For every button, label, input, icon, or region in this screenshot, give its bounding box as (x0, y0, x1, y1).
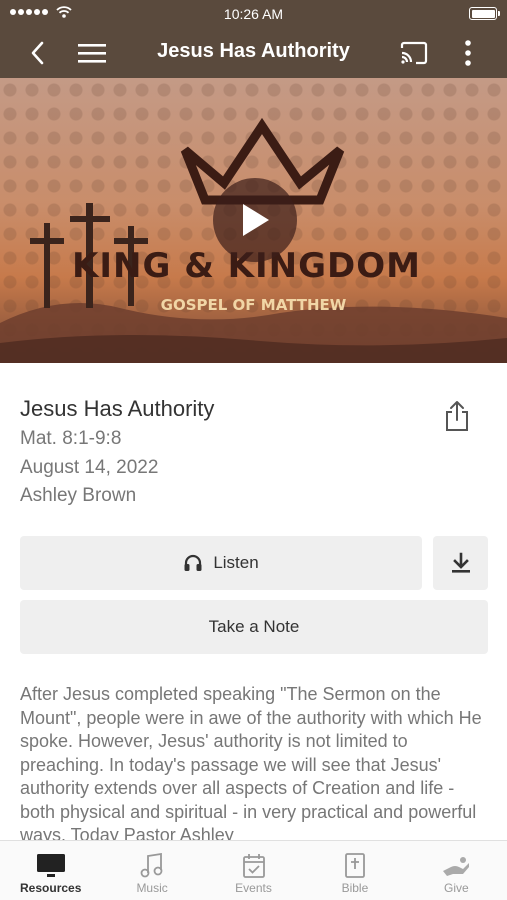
play-button[interactable] (213, 178, 297, 262)
monitor-icon (36, 854, 65, 877)
sermon-speaker: Ashley Brown (20, 485, 137, 506)
share-button[interactable] (440, 398, 474, 434)
download-button[interactable] (433, 536, 488, 590)
play-icon (243, 204, 269, 236)
listen-label: Listen (213, 553, 259, 572)
tab-bible[interactable]: Bible (304, 841, 405, 900)
give-icon (443, 857, 470, 876)
tab-music[interactable]: Music (101, 841, 202, 900)
share-icon (446, 401, 468, 431)
nav-bar: Jesus Has Authority (0, 28, 507, 78)
calendar-icon (242, 854, 265, 878)
sermon-title: Jesus Has Authority (20, 396, 215, 421)
take-note-button[interactable]: Take a Note (20, 600, 488, 654)
music-icon (140, 853, 163, 878)
tab-bar: Resources Music Events Bible Give (0, 840, 507, 900)
tab-bible-label: Bible (341, 881, 369, 895)
page-title: Jesus Has Authority (157, 40, 350, 62)
cast-icon (400, 41, 428, 65)
sermon-artwork[interactable]: KING & KINGDOM GOSPEL OF MATTHEW (0, 78, 507, 363)
cast-button[interactable] (398, 37, 430, 69)
battery-icon (469, 7, 500, 20)
sermon-scripture: Mat. 8:1-9:8 (20, 428, 122, 449)
series-subtitle: GOSPEL OF MATTHEW (160, 296, 347, 314)
listen-button[interactable]: Listen (20, 536, 422, 590)
take-note-label: Take a Note (208, 617, 300, 636)
status-bar: 10:26 AM (0, 0, 507, 28)
tab-music-label: Music (136, 881, 168, 895)
more-vertical-icon (465, 40, 471, 66)
sermon-date: August 14, 2022 (20, 457, 159, 478)
chevron-left-icon (31, 41, 44, 65)
download-icon (451, 552, 470, 573)
tab-resources-label: Resources (20, 881, 82, 895)
tab-give[interactable]: Give (406, 841, 507, 900)
bible-icon (345, 853, 365, 878)
tab-give-label: Give (443, 881, 469, 895)
tab-resources[interactable]: Resources (0, 841, 101, 900)
sermon-description: After Jesus completed speaking "The Serm… (20, 684, 482, 840)
tab-events-label: Events (235, 881, 272, 895)
status-time: 10:26 AM (223, 6, 284, 22)
back-button[interactable] (22, 37, 54, 69)
tab-events[interactable]: Events (203, 841, 304, 900)
more-options-button[interactable] (452, 37, 484, 69)
headphones-icon (184, 554, 202, 571)
